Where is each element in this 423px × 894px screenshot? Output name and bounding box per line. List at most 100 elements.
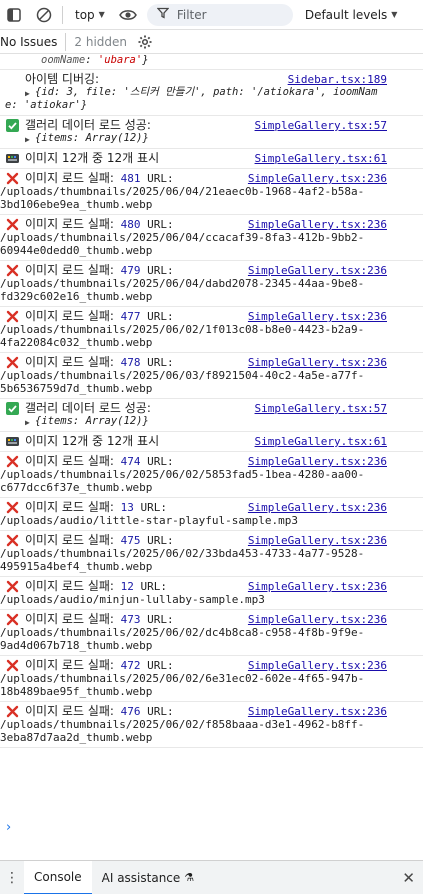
filter-field[interactable] bbox=[146, 3, 293, 26]
source-link[interactable]: SimpleGallery.tsx:61 bbox=[255, 152, 387, 165]
message-text: 이미지 로드 실패: bbox=[25, 500, 114, 514]
object-key: oomName bbox=[41, 54, 86, 66]
url-line: 495915a4bef4_thumb.webp bbox=[0, 560, 153, 573]
url-label: URL: bbox=[147, 613, 174, 626]
source-link[interactable]: SimpleGallery.tsx:57 bbox=[255, 402, 387, 415]
source-link[interactable]: SimpleGallery.tsx:236 bbox=[248, 501, 387, 514]
message-text: 이미지 로드 실패: bbox=[25, 355, 114, 369]
issues-label[interactable]: No Issues bbox=[0, 35, 57, 49]
log-levels-dropdown[interactable]: Default levels ▼ bbox=[305, 8, 398, 22]
console-message-error: SimpleGallery.tsx:236 이미지 로드 실패: 473 URL:… bbox=[0, 610, 423, 656]
expand-triangle-icon[interactable]: ▶ bbox=[25, 133, 30, 146]
url-label: URL: bbox=[140, 501, 167, 514]
console-message-info: SimpleGallery.tsx:61 이미지 12개 중 12개 표시 bbox=[0, 149, 423, 169]
hidden-count: 2 hidden bbox=[74, 34, 128, 49]
gear-icon[interactable] bbox=[137, 34, 153, 50]
message-text: 이미지 12개 중 12개 표시 bbox=[25, 151, 160, 165]
tab-ai-label: AI assistance bbox=[101, 870, 181, 885]
more-tools-icon[interactable]: ⋮ bbox=[0, 870, 24, 886]
source-link[interactable]: SimpleGallery.tsx:236 bbox=[248, 613, 387, 626]
toolbar-divider bbox=[62, 5, 63, 24]
close-drawer-icon[interactable]: ✕ bbox=[402, 869, 415, 887]
expand-triangle-icon[interactable]: ▶ bbox=[25, 416, 30, 429]
console-messages: oomName: 'ubara'} Sidebar.tsx:189 아이템 디버깅… bbox=[0, 54, 423, 860]
url-line: 3eba87d7aa2d_thumb.webp bbox=[0, 731, 153, 744]
console-message-error: SimpleGallery.tsx:236 이미지 로드 실패: 479 URL:… bbox=[0, 261, 423, 307]
object-preview[interactable]: ▶ {items: Array(12)} bbox=[25, 415, 389, 428]
message-text: 이미지 로드 실패: bbox=[25, 171, 114, 185]
url-label: URL: bbox=[147, 172, 174, 185]
message-list: Sidebar.tsx:189 아이템 디버깅: ▶ {id: 3, file: '스… bbox=[0, 70, 423, 748]
url-line: /uploads/thumbnails/2025/06/04/ccacaf39-… bbox=[0, 231, 365, 244]
object-preview-text: {items: Array(12)} bbox=[35, 132, 149, 144]
source-link[interactable]: SimpleGallery.tsx:57 bbox=[255, 119, 387, 132]
message-text: 이미지 로드 실패: bbox=[25, 309, 114, 323]
message-text: 이미지 로드 실패: bbox=[25, 263, 114, 277]
object-preview[interactable]: ▶ {items: Array(12)} bbox=[25, 132, 389, 145]
source-link[interactable]: SimpleGallery.tsx:236 bbox=[248, 659, 387, 672]
error-x-icon bbox=[6, 534, 19, 547]
clear-console-icon[interactable] bbox=[34, 5, 54, 25]
url-line: /uploads/thumbnails/2025/06/02/dc4b8ca8-… bbox=[0, 626, 365, 639]
image-id: 12 bbox=[120, 580, 134, 593]
source-link[interactable]: SimpleGallery.tsx:236 bbox=[248, 310, 387, 323]
url-label: URL: bbox=[147, 455, 174, 468]
console-message-error: SimpleGallery.tsx:236 이미지 로드 실패: 478 URL:… bbox=[0, 353, 423, 399]
message-text: 갤러리 데이터 로드 성공: bbox=[25, 401, 151, 415]
error-x-icon bbox=[6, 613, 19, 626]
error-x-icon bbox=[6, 356, 19, 369]
check-mark-icon bbox=[6, 402, 19, 415]
image-id: 472 bbox=[120, 659, 141, 672]
source-link[interactable]: SimpleGallery.tsx:236 bbox=[248, 172, 387, 185]
console-message-error: SimpleGallery.tsx:236 이미지 로드 실패: 472 URL:… bbox=[0, 656, 423, 702]
image-id: 475 bbox=[120, 534, 141, 547]
url-line: /uploads/thumbnails/2025/06/03/f8921504-… bbox=[0, 369, 365, 382]
toolbar-divider bbox=[65, 32, 67, 51]
url-line: fd329c602e16_thumb.webp bbox=[0, 290, 153, 303]
source-link[interactable]: SimpleGallery.tsx:236 bbox=[248, 455, 387, 468]
url-line: /uploads/thumbnails/2025/06/02/f858baaa-… bbox=[0, 718, 365, 731]
image-id: 479 bbox=[120, 264, 141, 277]
url-line: /uploads/thumbnails/2025/06/02/1f013c08-… bbox=[0, 323, 365, 336]
image-id: 481 bbox=[120, 172, 141, 185]
levels-label: Default levels bbox=[304, 7, 388, 22]
source-link[interactable]: SimpleGallery.tsx:236 bbox=[248, 356, 387, 369]
console-toolbar: top ▼ Default levels ▼ bbox=[0, 0, 423, 30]
film-strip-icon bbox=[6, 152, 19, 165]
console-message-error: SimpleGallery.tsx:236 이미지 로드 실패: 481 URL:… bbox=[0, 169, 423, 215]
console-message-error: SimpleGallery.tsx:236 이미지 로드 실패: 475 URL:… bbox=[0, 531, 423, 577]
source-link[interactable]: SimpleGallery.tsx:236 bbox=[248, 534, 387, 547]
url-label: URL: bbox=[147, 310, 174, 323]
issues-bar: No Issues 2 hidden bbox=[0, 30, 423, 54]
url-label: URL: bbox=[147, 705, 174, 718]
url-line: /uploads/audio/minjun-lullaby-sample.mp3 bbox=[0, 593, 265, 606]
error-x-icon bbox=[6, 172, 19, 185]
tab-ai-assistance[interactable]: AI assistance ⚗ bbox=[92, 861, 205, 894]
url-line: 18b489bae95f_thumb.webp bbox=[0, 685, 153, 698]
tab-console[interactable]: Console bbox=[24, 860, 92, 894]
url-line: 60944e0dedd0_thumb.webp bbox=[0, 244, 153, 257]
source-link[interactable]: Sidebar.tsx:189 bbox=[288, 73, 387, 86]
message-text: 아이템 디버깅: bbox=[25, 72, 100, 86]
object-preview[interactable]: ▶ {id: 3, file: '스티커 만들기', path: '/atioka… bbox=[25, 86, 389, 99]
console-fragment: oomName: 'ubara'} bbox=[0, 54, 423, 70]
source-link[interactable]: SimpleGallery.tsx:236 bbox=[248, 264, 387, 277]
error-x-icon bbox=[6, 218, 19, 231]
toggle-sidebar-icon[interactable] bbox=[4, 5, 24, 25]
context-label: top bbox=[75, 7, 95, 22]
filter-input[interactable] bbox=[176, 7, 277, 22]
message-text: 이미지 로드 실패: bbox=[25, 704, 114, 718]
image-id: 13 bbox=[120, 501, 134, 514]
source-link[interactable]: SimpleGallery.tsx:61 bbox=[255, 435, 387, 448]
url-line: /uploads/thumbnails/2025/06/04/21eaec0b-… bbox=[0, 185, 365, 198]
console-prompt[interactable]: › bbox=[6, 820, 11, 835]
context-select[interactable]: top ▼ bbox=[71, 8, 109, 22]
source-link[interactable]: SimpleGallery.tsx:236 bbox=[248, 705, 387, 718]
source-link[interactable]: SimpleGallery.tsx:236 bbox=[248, 580, 387, 593]
object-preview-text: {id: 3, file: '스티커 만들기', path: '/atiokar… bbox=[35, 86, 378, 98]
console-message-success: SimpleGallery.tsx:57 갤러리 데이터 로드 성공: ▶ {item… bbox=[0, 116, 423, 149]
console-message-error: SimpleGallery.tsx:236 이미지 로드 실패: 12 URL: /… bbox=[0, 577, 423, 610]
url-line: 5b6536759d7d_thumb.webp bbox=[0, 382, 153, 395]
live-expression-eye-icon[interactable] bbox=[117, 5, 139, 25]
source-link[interactable]: SimpleGallery.tsx:236 bbox=[248, 218, 387, 231]
